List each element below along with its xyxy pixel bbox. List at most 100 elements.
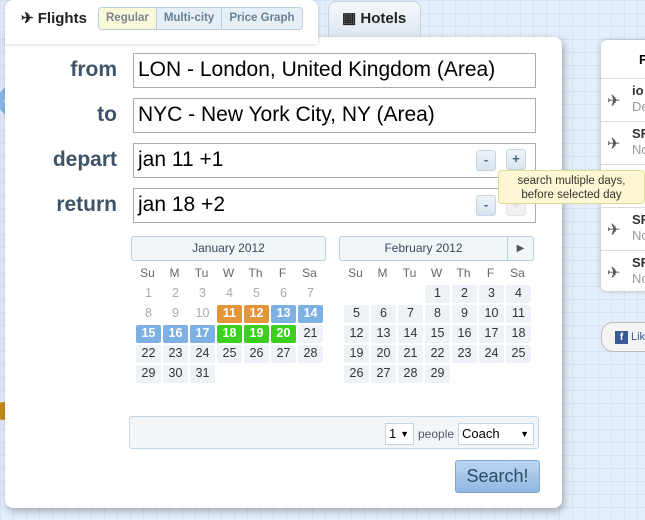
calendar-day[interactable]: 22 — [136, 345, 161, 363]
calendar-day[interactable]: 5 — [344, 305, 369, 323]
tooltip: search multiple days, before selected da… — [498, 170, 645, 204]
february-header: February 2012 ▶ — [339, 236, 534, 261]
weekday-header: Tu — [194, 266, 209, 280]
calendar-day[interactable]: 23 — [452, 345, 477, 363]
calendar-day[interactable]: 1 — [425, 285, 450, 303]
hotel-icon: ▦ — [342, 10, 357, 27]
recent-search-item[interactable]: ✈ SFNo — [601, 121, 645, 164]
weekday-header: M — [377, 266, 388, 280]
recent-search-item[interactable]: ✈ SFNo — [601, 207, 645, 250]
search-button[interactable]: Search! — [455, 460, 540, 493]
calendar-day[interactable]: 9 — [452, 305, 477, 323]
tab-hotels[interactable]: ▦ Hotels — [328, 1, 421, 37]
mode-price-graph[interactable]: Price Graph — [221, 8, 301, 29]
calendar-day[interactable]: 22 — [425, 345, 450, 363]
calendar-day[interactable]: 26 — [244, 345, 269, 363]
calendar-day[interactable]: 12 — [244, 305, 269, 323]
calendar-day[interactable]: 4 — [506, 285, 531, 303]
calendar-day[interactable]: 11 — [217, 305, 242, 323]
return-label: return — [56, 193, 117, 216]
recent-search-item[interactable]: ✈ SFNo — [601, 250, 645, 293]
calendar-day[interactable]: 8 — [425, 305, 450, 323]
calendar-day[interactable]: 27 — [371, 365, 396, 383]
weekday-header: Su — [348, 266, 363, 280]
weekday-header: Th — [456, 266, 471, 280]
calendar-day[interactable]: 19 — [244, 325, 269, 343]
calendar-day[interactable]: 20 — [271, 325, 296, 343]
calendar-day[interactable]: 13 — [271, 305, 296, 323]
triangle-right-icon: ▶ — [516, 243, 525, 254]
calendar-day[interactable]: 13 — [371, 325, 396, 343]
people-select[interactable]: 1 ▼ — [385, 423, 414, 445]
mode-multi-city[interactable]: Multi-city — [155, 8, 221, 29]
january-header: January 2012 — [131, 236, 326, 261]
calendar-day[interactable]: 20 — [371, 345, 396, 363]
calendar-day[interactable]: 18 — [506, 325, 531, 343]
calendar-day[interactable]: 19 — [344, 345, 369, 363]
calendar-day[interactable]: 7 — [398, 305, 423, 323]
calendar-day: 7 — [307, 286, 314, 300]
mode-regular[interactable]: Regular — [99, 8, 156, 29]
calendar-day[interactable]: 21 — [398, 345, 423, 363]
calendar-day[interactable]: 11 — [506, 305, 531, 323]
airplane-icon: ✈ — [21, 10, 34, 27]
calendar-day[interactable]: 16 — [452, 325, 477, 343]
calendar-day[interactable]: 28 — [398, 365, 423, 383]
calendar-day[interactable]: 21 — [298, 325, 323, 343]
calendar-day[interactable]: 28 — [298, 345, 323, 363]
calendar-day[interactable]: 27 — [271, 345, 296, 363]
next-month-button[interactable]: ▶ — [507, 237, 533, 260]
calendar-day[interactable]: 3 — [479, 285, 504, 303]
calendar-day[interactable]: 26 — [344, 365, 369, 383]
options-bar: 1 ▼ people Coach ▼ — [129, 416, 539, 449]
cabin-select[interactable]: Coach ▼ — [458, 423, 534, 445]
calendar-day[interactable]: 24 — [190, 345, 215, 363]
dropdown-arrow-icon: ▼ — [520, 429, 529, 439]
item-title: SF — [632, 126, 645, 141]
to-input[interactable]: NYC - New York City, NY (Area) — [133, 98, 536, 133]
item-subtitle: No — [632, 271, 645, 286]
depart-plus-button[interactable]: + — [506, 149, 526, 170]
calendar-day: 2 — [172, 286, 179, 300]
airplane-icon: ✈ — [607, 222, 621, 239]
side-panel-header: F — [639, 52, 645, 67]
calendar-day: 6 — [280, 286, 287, 300]
calendar-day[interactable]: 31 — [190, 365, 215, 383]
calendar-day[interactable]: 12 — [344, 325, 369, 343]
calendar-day[interactable]: 2 — [452, 285, 477, 303]
calendar-day: 3 — [199, 286, 206, 300]
calendar-day[interactable]: 10 — [479, 305, 504, 323]
calendar-day[interactable]: 25 — [217, 345, 242, 363]
calendar-day: 8 — [145, 306, 152, 320]
calendar-day[interactable]: 23 — [163, 345, 188, 363]
tooltip-line1: search multiple days, — [517, 175, 626, 187]
item-subtitle: De — [632, 99, 645, 114]
from-input[interactable]: LON - London, United Kingdom (Area) — [133, 53, 536, 88]
return-minus-button[interactable]: - — [476, 195, 496, 216]
calendar-day[interactable]: 29 — [136, 365, 161, 383]
weekday-header: F — [486, 266, 495, 280]
dropdown-arrow-icon: ▼ — [400, 429, 409, 439]
calendar-day[interactable]: 17 — [479, 325, 504, 343]
calendar-day[interactable]: 15 — [425, 325, 450, 343]
flights-label: Flights — [37, 10, 87, 27]
recent-search-item[interactable]: ✈ ioDe — [601, 78, 645, 121]
calendar-day[interactable]: 15 — [136, 325, 161, 343]
like-label: Lik — [631, 331, 645, 343]
facebook-like-button[interactable]: f Lik — [601, 322, 645, 352]
calendar-day[interactable]: 14 — [398, 325, 423, 343]
people-label: people — [418, 427, 455, 441]
calendar-day[interactable]: 16 — [163, 325, 188, 343]
weekday-header: Su — [140, 266, 155, 280]
depart-minus-button[interactable]: - — [476, 150, 496, 171]
calendar-day[interactable]: 25 — [506, 345, 531, 363]
calendar-day[interactable]: 30 — [163, 365, 188, 383]
calendar-day[interactable]: 14 — [298, 305, 323, 323]
calendar-day[interactable]: 6 — [371, 305, 396, 323]
calendar-day[interactable]: 29 — [425, 365, 450, 383]
february-title: February 2012 — [384, 241, 463, 255]
tab-flights[interactable]: ✈ Flights Regular Multi-city Price Graph — [5, 0, 318, 44]
calendar-day[interactable]: 24 — [479, 345, 504, 363]
calendar-day[interactable]: 18 — [217, 325, 242, 343]
calendar-day[interactable]: 17 — [190, 325, 215, 343]
